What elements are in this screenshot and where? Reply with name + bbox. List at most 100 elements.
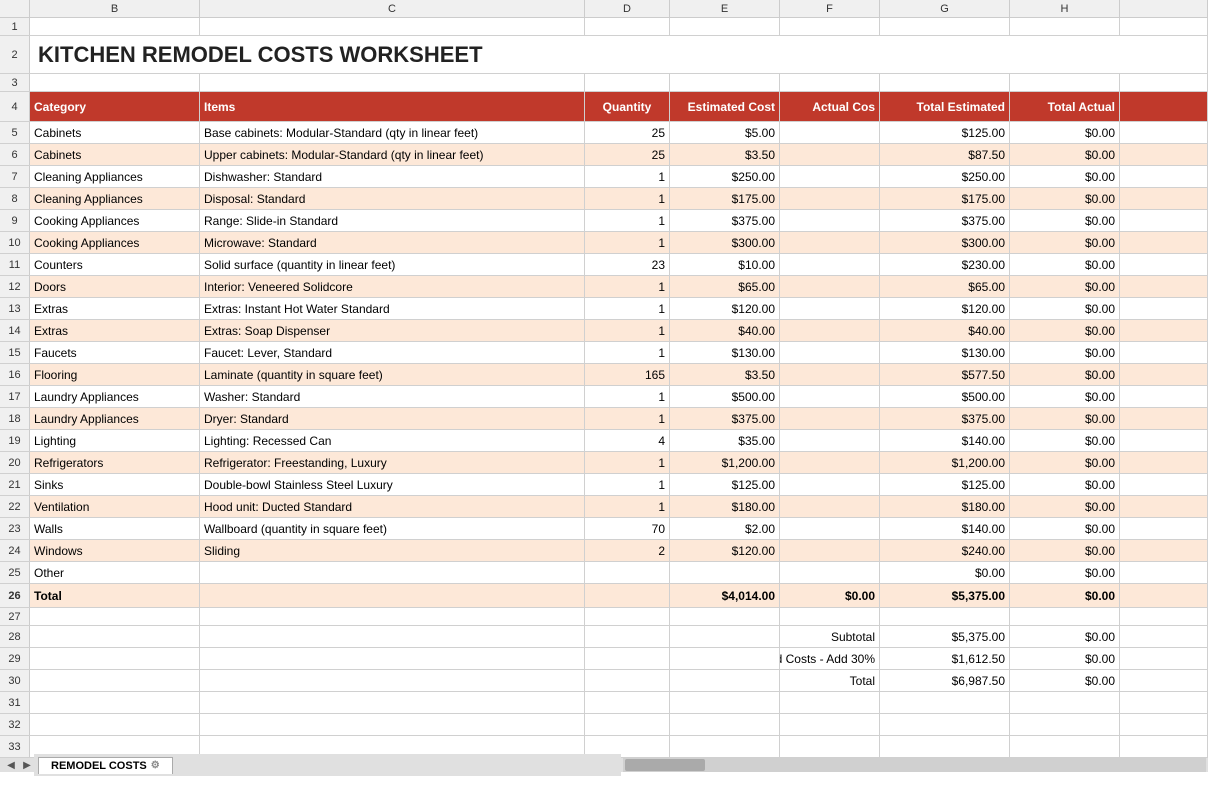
cell-15b[interactable]: Faucets: [30, 342, 200, 363]
cell-22g[interactable]: $180.00: [880, 496, 1010, 517]
cell-12e[interactable]: $65.00: [670, 276, 780, 297]
scrollbar-thumb[interactable]: [625, 759, 705, 771]
cell-13h[interactable]: $0.00: [1010, 298, 1120, 319]
cell-6b[interactable]: Cabinets: [30, 144, 200, 165]
cell-16e[interactable]: $3.50: [670, 364, 780, 385]
cell-12c[interactable]: Interior: Veneered Solidcore: [200, 276, 585, 297]
worksheet-title[interactable]: KITCHEN REMODEL COSTS WORKSHEET: [30, 36, 1120, 73]
cell-11f[interactable]: [780, 254, 880, 275]
cell-15c[interactable]: Faucet: Lever, Standard: [200, 342, 585, 363]
cell-1d[interactable]: [585, 18, 670, 35]
cell-22c[interactable]: Hood unit: Ducted Standard: [200, 496, 585, 517]
cell-1c[interactable]: [200, 18, 585, 35]
cell-3d[interactable]: [585, 74, 670, 91]
cell-10d[interactable]: 1: [585, 232, 670, 253]
cell-19f[interactable]: [780, 430, 880, 451]
cell-26c[interactable]: [200, 584, 585, 607]
cell-15d[interactable]: 1: [585, 342, 670, 363]
cell-13b[interactable]: Extras: [30, 298, 200, 319]
cell-22f[interactable]: [780, 496, 880, 517]
cell-22h[interactable]: $0.00: [1010, 496, 1120, 517]
cell-6g[interactable]: $87.50: [880, 144, 1010, 165]
cell-24f[interactable]: [780, 540, 880, 561]
cell-1f[interactable]: [780, 18, 880, 35]
cell-15g[interactable]: $130.00: [880, 342, 1010, 363]
cell-10g[interactable]: $300.00: [880, 232, 1010, 253]
cell-5f[interactable]: [780, 122, 880, 143]
cell-12b[interactable]: Doors: [30, 276, 200, 297]
cell-10e[interactable]: $300.00: [670, 232, 780, 253]
remodel-costs-tab[interactable]: REMODEL COSTS ⚙: [38, 757, 173, 774]
cell-8c[interactable]: Disposal: Standard: [200, 188, 585, 209]
cell-8h[interactable]: $0.00: [1010, 188, 1120, 209]
cell-21c[interactable]: Double-bowl Stainless Steel Luxury: [200, 474, 585, 495]
cell-3e[interactable]: [670, 74, 780, 91]
cell-14b[interactable]: Extras: [30, 320, 200, 341]
cell-23d[interactable]: 70: [585, 518, 670, 539]
cell-8g[interactable]: $175.00: [880, 188, 1010, 209]
cell-19c[interactable]: Lighting: Recessed Can: [200, 430, 585, 451]
cell-22d[interactable]: 1: [585, 496, 670, 517]
cell-21d[interactable]: 1: [585, 474, 670, 495]
cell-23c[interactable]: Wallboard (quantity in square feet): [200, 518, 585, 539]
cell-9d[interactable]: 1: [585, 210, 670, 231]
cell-13d[interactable]: 1: [585, 298, 670, 319]
cell-3c[interactable]: [200, 74, 585, 91]
cell-9e[interactable]: $375.00: [670, 210, 780, 231]
prev-sheet-arrow[interactable]: ◀: [4, 758, 18, 772]
cell-8f[interactable]: [780, 188, 880, 209]
cell-1e[interactable]: [670, 18, 780, 35]
cell-21g[interactable]: $125.00: [880, 474, 1010, 495]
cell-15h[interactable]: $0.00: [1010, 342, 1120, 363]
cell-18d[interactable]: 1: [585, 408, 670, 429]
cell-10c[interactable]: Microwave: Standard: [200, 232, 585, 253]
cell-25d[interactable]: [585, 562, 670, 583]
cell-24b[interactable]: Windows: [30, 540, 200, 561]
cell-7f[interactable]: [780, 166, 880, 187]
cell-14f[interactable]: [780, 320, 880, 341]
cell-7h[interactable]: $0.00: [1010, 166, 1120, 187]
cell-1h[interactable]: [1010, 18, 1120, 35]
cell-15f[interactable]: [780, 342, 880, 363]
cell-20d[interactable]: 1: [585, 452, 670, 473]
cell-16b[interactable]: Flooring: [30, 364, 200, 385]
cell-12f[interactable]: [780, 276, 880, 297]
cell-9c[interactable]: Range: Slide-in Standard: [200, 210, 585, 231]
cell-26d[interactable]: [585, 584, 670, 607]
cell-19h[interactable]: $0.00: [1010, 430, 1120, 451]
cell-21b[interactable]: Sinks: [30, 474, 200, 495]
cell-23h[interactable]: $0.00: [1010, 518, 1120, 539]
cell-16c[interactable]: Laminate (quantity in square feet): [200, 364, 585, 385]
cell-17c[interactable]: Washer: Standard: [200, 386, 585, 407]
cell-16g[interactable]: $577.50: [880, 364, 1010, 385]
cell-20g[interactable]: $1,200.00: [880, 452, 1010, 473]
cell-11c[interactable]: Solid surface (quantity in linear feet): [200, 254, 585, 275]
cell-5b[interactable]: Cabinets: [30, 122, 200, 143]
cell-15e[interactable]: $130.00: [670, 342, 780, 363]
cell-11g[interactable]: $230.00: [880, 254, 1010, 275]
cell-13f[interactable]: [780, 298, 880, 319]
cell-10b[interactable]: Cooking Appliances: [30, 232, 200, 253]
cell-24d[interactable]: 2: [585, 540, 670, 561]
cell-6h[interactable]: $0.00: [1010, 144, 1120, 165]
cell-12g[interactable]: $65.00: [880, 276, 1010, 297]
cell-5e[interactable]: $5.00: [670, 122, 780, 143]
cell-14e[interactable]: $40.00: [670, 320, 780, 341]
cell-16h[interactable]: $0.00: [1010, 364, 1120, 385]
cell-22b[interactable]: Ventilation: [30, 496, 200, 517]
cell-8e[interactable]: $175.00: [670, 188, 780, 209]
cell-7b[interactable]: Cleaning Appliances: [30, 166, 200, 187]
cell-17f[interactable]: [780, 386, 880, 407]
cell-14h[interactable]: $0.00: [1010, 320, 1120, 341]
cell-5h[interactable]: $0.00: [1010, 122, 1120, 143]
cell-18f[interactable]: [780, 408, 880, 429]
cell-10h[interactable]: $0.00: [1010, 232, 1120, 253]
cell-18b[interactable]: Laundry Appliances: [30, 408, 200, 429]
cell-17e[interactable]: $500.00: [670, 386, 780, 407]
cell-23b[interactable]: Walls: [30, 518, 200, 539]
cell-9h[interactable]: $0.00: [1010, 210, 1120, 231]
cell-5g[interactable]: $125.00: [880, 122, 1010, 143]
cell-23e[interactable]: $2.00: [670, 518, 780, 539]
nav-arrows[interactable]: ◀ ▶: [0, 758, 34, 772]
cell-9b[interactable]: Cooking Appliances: [30, 210, 200, 231]
